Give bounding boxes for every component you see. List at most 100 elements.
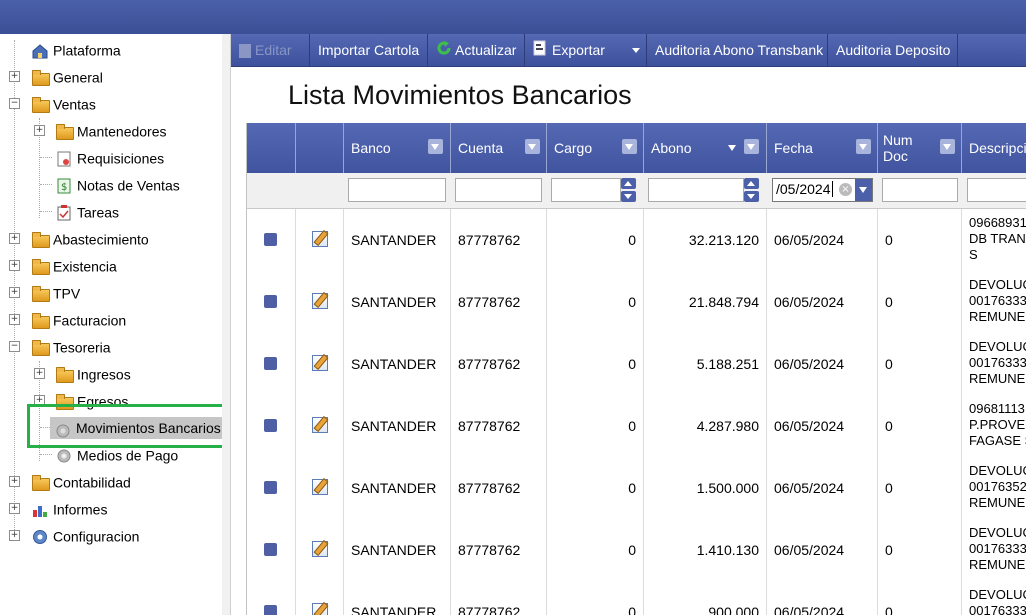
filter-num-doc-input[interactable] [882,178,958,202]
auditoria-deposito-button[interactable]: Auditoria Deposito [828,34,958,66]
expand-icon[interactable]: + [34,125,45,136]
clear-icon[interactable]: × [839,183,852,196]
expand-icon[interactable]: + [9,503,20,514]
row-checkbox[interactable] [264,295,277,308]
spin-down-icon[interactable] [621,191,636,202]
filter-fecha-input[interactable]: /05/2024 × [772,178,873,202]
row-checkbox[interactable] [264,605,277,615]
edit-cell[interactable] [296,395,344,457]
column-header-cargo[interactable]: Cargo [547,123,644,173]
date-dropdown-button[interactable] [855,179,872,201]
expand-icon[interactable]: + [9,260,20,271]
sidebar-item-existencia[interactable]: Existencia [31,253,117,277]
edit-icon[interactable] [312,603,328,615]
column-menu-icon[interactable] [525,139,540,154]
column-header-cuenta[interactable]: Cuenta [451,123,547,173]
sidebar-item-tpv[interactable]: TPV [31,280,80,304]
sidebar-item-informes[interactable]: Informes [31,496,107,520]
column-menu-icon[interactable] [940,139,955,154]
expand-icon[interactable]: + [34,368,45,379]
edit-icon[interactable] [312,417,328,433]
edit-cell[interactable] [296,581,344,615]
select-cell[interactable] [247,457,296,519]
sidebar-item-requisiciones[interactable]: Requisiciones [55,145,164,169]
row-checkbox[interactable] [264,481,277,494]
expand-icon[interactable]: + [9,530,20,541]
column-menu-icon[interactable] [856,139,871,154]
row-checkbox[interactable] [264,543,277,556]
edit-icon[interactable] [312,355,328,371]
spin-down-icon[interactable] [744,191,759,202]
select-cell[interactable] [247,271,296,333]
filter-cuenta-input[interactable] [455,178,542,202]
column-menu-icon[interactable] [622,139,637,154]
cargo-spinner[interactable] [621,178,636,202]
export-button[interactable]: Exportar [525,34,647,66]
filter-abono-input[interactable] [648,178,744,202]
column-menu-icon[interactable] [744,139,759,154]
expand-icon[interactable]: + [9,71,20,82]
select-column-header[interactable] [247,123,296,173]
edit-cell[interactable] [296,209,344,271]
expand-icon[interactable]: + [9,314,20,325]
edit-cell[interactable] [296,519,344,581]
sidebar-item-configuracion[interactable]: Configuracion [31,523,139,547]
edit-icon[interactable] [312,231,328,247]
table-row[interactable]: SANTANDER 87778762 0 21.848.794 06/05/2024 0 D… [247,271,1026,334]
expand-icon[interactable]: + [9,233,20,244]
column-header-fecha[interactable]: Fecha [767,123,878,173]
collapse-icon[interactable]: − [9,98,20,109]
expand-icon[interactable]: + [9,476,20,487]
column-header-descripcion[interactable]: Descripcio [962,123,1026,173]
column-menu-icon[interactable] [428,139,443,154]
spin-up-icon[interactable] [744,178,759,189]
table-row[interactable]: SANTANDER 87778762 0 32.213.120 06/05/2024 0 0… [247,209,1026,272]
sidebar-item-ingresos[interactable]: Ingresos [55,361,131,385]
edit-cell[interactable] [296,457,344,519]
column-header-num-doc[interactable]: Num Doc [878,123,962,173]
select-cell[interactable] [247,209,296,271]
filter-descripcion-input[interactable] [967,178,1026,202]
sidebar-item-mantenedores[interactable]: Mantenedores [55,118,167,142]
select-cell[interactable] [247,581,296,615]
auditoria-abono-transbank-button[interactable]: Auditoria Abono Transbank [647,34,828,66]
row-checkbox[interactable] [264,419,277,432]
sidebar-item-ventas[interactable]: Ventas [31,91,96,115]
sidebar-item-general[interactable]: General [31,64,103,88]
table-row[interactable]: SANTANDER 87778762 0 5.188.251 06/05/2024 0 DE… [247,333,1026,396]
sidebar-item-tesoreria[interactable]: Tesoreria [31,334,111,358]
edit-cell[interactable] [296,333,344,395]
select-cell[interactable] [247,395,296,457]
edit-cell[interactable] [296,271,344,333]
table-row[interactable]: SANTANDER 87778762 0 4.287.980 06/05/2024 0 09… [247,395,1026,458]
row-checkbox[interactable] [264,357,277,370]
edit-icon[interactable] [312,541,328,557]
select-cell[interactable] [247,333,296,395]
column-header-banco[interactable]: Banco [344,123,451,173]
edit-button[interactable]: Editar [231,34,310,66]
collapse-icon[interactable]: − [9,341,20,352]
sidebar-item-plataforma[interactable]: Plataforma [31,37,121,61]
sidebar-item-tareas[interactable]: Tareas [55,199,119,223]
sidebar-item-facturacion[interactable]: Facturacion [31,307,126,331]
edit-icon[interactable] [312,479,328,495]
expand-icon[interactable]: + [9,287,20,298]
table-row[interactable]: SANTANDER 87778762 0 1.500.000 06/05/2024 0 DE… [247,457,1026,520]
abono-spinner[interactable] [744,178,759,202]
filter-cargo-input[interactable] [551,178,621,202]
edit-icon[interactable] [312,293,328,309]
sidebar-item-notas-de-ventas[interactable]: $ Notas de Ventas [55,172,180,196]
select-cell[interactable] [247,519,296,581]
table-row[interactable]: SANTANDER 87778762 0 1.410.130 06/05/2024 0 DE… [247,519,1026,582]
sidebar-item-contabilidad[interactable]: Contabilidad [31,469,131,493]
chevron-down-icon[interactable] [632,48,640,53]
column-header-abono[interactable]: Abono [644,123,767,173]
refresh-button[interactable]: Actualizar [428,34,525,66]
filter-banco-input[interactable] [348,178,446,202]
table-row[interactable]: SANTANDER 87778762 0 900.000 06/05/2024 0 DEVO… [247,581,1026,615]
sidebar-item-abastecimiento[interactable]: Abastecimiento [31,226,149,250]
import-cartola-button[interactable]: Importar Cartola [310,34,428,66]
spin-up-icon[interactable] [621,178,636,189]
row-checkbox[interactable] [264,233,277,246]
splitter[interactable] [222,34,231,615]
